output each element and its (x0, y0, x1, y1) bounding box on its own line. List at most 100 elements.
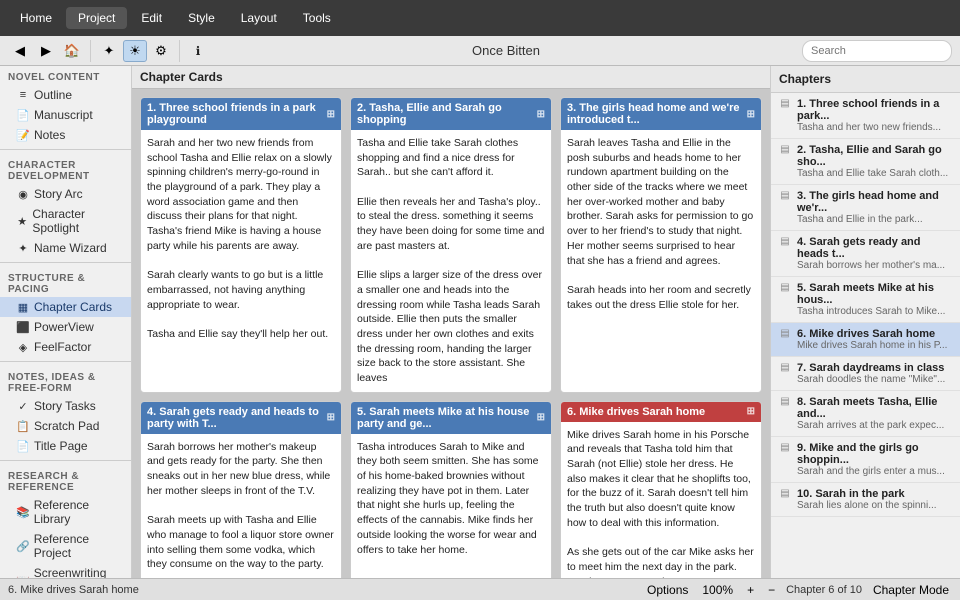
chapter-title-8: 8. Sarah meets Tasha, Ellie and... (797, 396, 954, 420)
scratch-pad-icon: 📋 (16, 420, 30, 433)
view-button-2[interactable]: ☀ (123, 40, 147, 62)
card-icon-2: ⊞ (537, 109, 545, 120)
card-header-1: 1. Three school friends in a park playgr… (141, 98, 341, 130)
back-button[interactable]: ◀ (8, 40, 32, 62)
chapter-item-7[interactable]: ▤ 7. Sarah daydreams in class Sarah dood… (771, 357, 960, 391)
chapter-icon-6: ▤ (777, 328, 793, 339)
section-novel-content: Novel Content (0, 66, 131, 85)
options-button[interactable]: Options (644, 582, 691, 598)
chapter-item-8[interactable]: ▤ 8. Sarah meets Tasha, Ellie and... Sar… (771, 391, 960, 437)
card-5[interactable]: 5. Sarah meets Mike at his house party a… (350, 401, 552, 578)
zoom-in-button[interactable]: + (744, 582, 757, 598)
main-content: Chapter Cards 1. Three school friends in… (132, 66, 770, 578)
chapter-item-1[interactable]: ▤ 1. Three school friends in a park... T… (771, 93, 960, 139)
card-body-6: Mike drives Sarah home in his Porsche an… (561, 422, 761, 578)
sidebar-item-character-spotlight[interactable]: ★ Character Spotlight (0, 204, 131, 238)
chapter-text-8: 8. Sarah meets Tasha, Ellie and... Sarah… (797, 396, 954, 431)
chapter-title-5: 5. Sarah meets Mike at his hous... (797, 282, 954, 306)
view-button-1[interactable]: ✦ (97, 40, 121, 62)
chapter-text-9: 9. Mike and the girls go shoppin... Sara… (797, 442, 954, 477)
sidebar-label-story-tasks: Story Tasks (34, 399, 96, 413)
tab-layout[interactable]: Layout (229, 7, 289, 29)
chapter-sub-1: Tasha and her two new friends... (797, 122, 954, 133)
chapter-sub-2: Tasha and Ellie take Sarah cloth... (797, 168, 954, 179)
card-3[interactable]: 3. The girls head home and we're introdu… (560, 97, 762, 393)
sidebar-item-manuscript[interactable]: 📄 Manuscript (0, 105, 131, 125)
sidebar-item-reference-library[interactable]: 📚 Reference Library (0, 495, 131, 529)
chapter-item-5[interactable]: ▤ 5. Sarah meets Mike at his hous... Tas… (771, 277, 960, 323)
glossary-icon: 📖 (16, 574, 30, 579)
card-body-2: Tasha and Ellie take Sarah clothes shopp… (351, 130, 551, 392)
card-title-2: 2. Tasha, Ellie and Sarah go shopping (357, 102, 537, 126)
home-button[interactable]: 🏠 (60, 40, 84, 62)
sidebar-label-glossary: Screenwriting Glossary (34, 566, 123, 578)
chapter-text-6: 6. Mike drives Sarah home Mike drives Sa… (797, 328, 954, 351)
card-body-3: Sarah leaves Tasha and Ellie in the posh… (561, 130, 761, 392)
title-page-icon: 📄 (16, 440, 30, 453)
sidebar-item-scratch-pad[interactable]: 📋 Scratch Pad (0, 416, 131, 436)
sidebar-item-powerview[interactable]: ⬛ PowerView (0, 317, 131, 337)
chapter-item-3[interactable]: ▤ 3. The girls head home and we'r... Tas… (771, 185, 960, 231)
chapter-item-4[interactable]: ▤ 4. Sarah gets ready and heads t... Sar… (771, 231, 960, 277)
chapter-icon-5: ▤ (777, 282, 793, 293)
sidebar-item-feelfactor[interactable]: ◈ FeelFactor (0, 337, 131, 357)
nav-group: ◀ ▶ 🏠 (8, 40, 91, 62)
zoom-out-button[interactable]: − (765, 582, 778, 598)
info-icon[interactable]: ℹ (186, 44, 210, 58)
search-input[interactable] (802, 40, 952, 62)
bottom-bar: 6. Mike drives Sarah home Options 100% +… (0, 578, 960, 600)
chapter-item-6[interactable]: ▤ 6. Mike drives Sarah home Mike drives … (771, 323, 960, 357)
card-6[interactable]: 6. Mike drives Sarah home ⊞ Mike drives … (560, 401, 762, 578)
tab-tools[interactable]: Tools (291, 7, 343, 29)
sidebar-item-story-tasks[interactable]: ✓ Story Tasks (0, 396, 131, 416)
section-character: Character Development (0, 154, 131, 184)
sidebar-item-story-arc[interactable]: ◉ Story Arc (0, 184, 131, 204)
chapter-sub-5: Tasha introduces Sarah to Mike... (797, 306, 954, 317)
tab-project[interactable]: Project (66, 7, 127, 29)
chapter-icon-9: ▤ (777, 442, 793, 453)
chapter-text-10: 10. Sarah in the park Sarah lies alone o… (797, 488, 954, 511)
tab-home[interactable]: Home (8, 7, 64, 29)
chapter-icon-2: ▤ (777, 144, 793, 155)
main-layout: Novel Content ≡ Outline 📄 Manuscript 📝 N… (0, 66, 960, 578)
chapter-sub-8: Sarah arrives at the park expec... (797, 420, 954, 431)
card-2[interactable]: 2. Tasha, Ellie and Sarah go shopping ⊞ … (350, 97, 552, 393)
chapter-mode-button[interactable]: Chapter Mode (870, 582, 952, 598)
sidebar-label-chapter-cards: Chapter Cards (34, 300, 112, 314)
tab-edit[interactable]: Edit (129, 7, 174, 29)
tab-style[interactable]: Style (176, 7, 227, 29)
card-header-3: 3. The girls head home and we're introdu… (561, 98, 761, 130)
forward-button[interactable]: ▶ (34, 40, 58, 62)
card-title-5: 5. Sarah meets Mike at his house party a… (357, 406, 537, 430)
card-1[interactable]: 1. Three school friends in a park playgr… (140, 97, 342, 393)
manuscript-icon: 📄 (16, 109, 30, 122)
chapter-title-1: 1. Three school friends in a park... (797, 98, 954, 122)
sidebar-item-glossary[interactable]: 📖 Screenwriting Glossary (0, 563, 131, 578)
status-text: 6. Mike drives Sarah home (8, 584, 636, 596)
chapter-item-10[interactable]: ▤ 10. Sarah in the park Sarah lies alone… (771, 483, 960, 517)
chapter-info: Chapter 6 of 10 (786, 584, 862, 596)
zoom-button[interactable]: 100% (699, 582, 736, 598)
chapter-text-5: 5. Sarah meets Mike at his hous... Tasha… (797, 282, 954, 317)
chapter-item-2[interactable]: ▤ 2. Tasha, Ellie and Sarah go sho... Ta… (771, 139, 960, 185)
card-4[interactable]: 4. Sarah gets ready and heads to party w… (140, 401, 342, 578)
chapter-icon-7: ▤ (777, 362, 793, 373)
settings-button[interactable]: ⚙ (149, 40, 173, 62)
left-sidebar: Novel Content ≡ Outline 📄 Manuscript 📝 N… (0, 66, 132, 578)
sidebar-item-title-page[interactable]: 📄 Title Page (0, 436, 131, 456)
card-title-4: 4. Sarah gets ready and heads to party w… (147, 406, 327, 430)
sidebar-label-name-wizard: Name Wizard (34, 241, 107, 255)
chapter-sub-3: Tasha and Ellie in the park... (797, 214, 954, 225)
chapter-title-3: 3. The girls head home and we'r... (797, 190, 954, 214)
sidebar-item-name-wizard[interactable]: ✦ Name Wizard (0, 238, 131, 258)
sidebar-item-outline[interactable]: ≡ Outline (0, 85, 131, 105)
card-title-3: 3. The girls head home and we're introdu… (567, 102, 747, 126)
chapter-item-9[interactable]: ▤ 9. Mike and the girls go shoppin... Sa… (771, 437, 960, 483)
sidebar-item-reference-project[interactable]: 🔗 Reference Project (0, 529, 131, 563)
chapter-icon-3: ▤ (777, 190, 793, 201)
divider-1 (0, 149, 131, 150)
sidebar-item-notes[interactable]: 📝 Notes (0, 125, 131, 145)
card-header-2: 2. Tasha, Ellie and Sarah go shopping ⊞ (351, 98, 551, 130)
sidebar-item-chapter-cards[interactable]: ▦ Chapter Cards (0, 297, 131, 317)
sidebar-label-powerview: PowerView (34, 320, 94, 334)
